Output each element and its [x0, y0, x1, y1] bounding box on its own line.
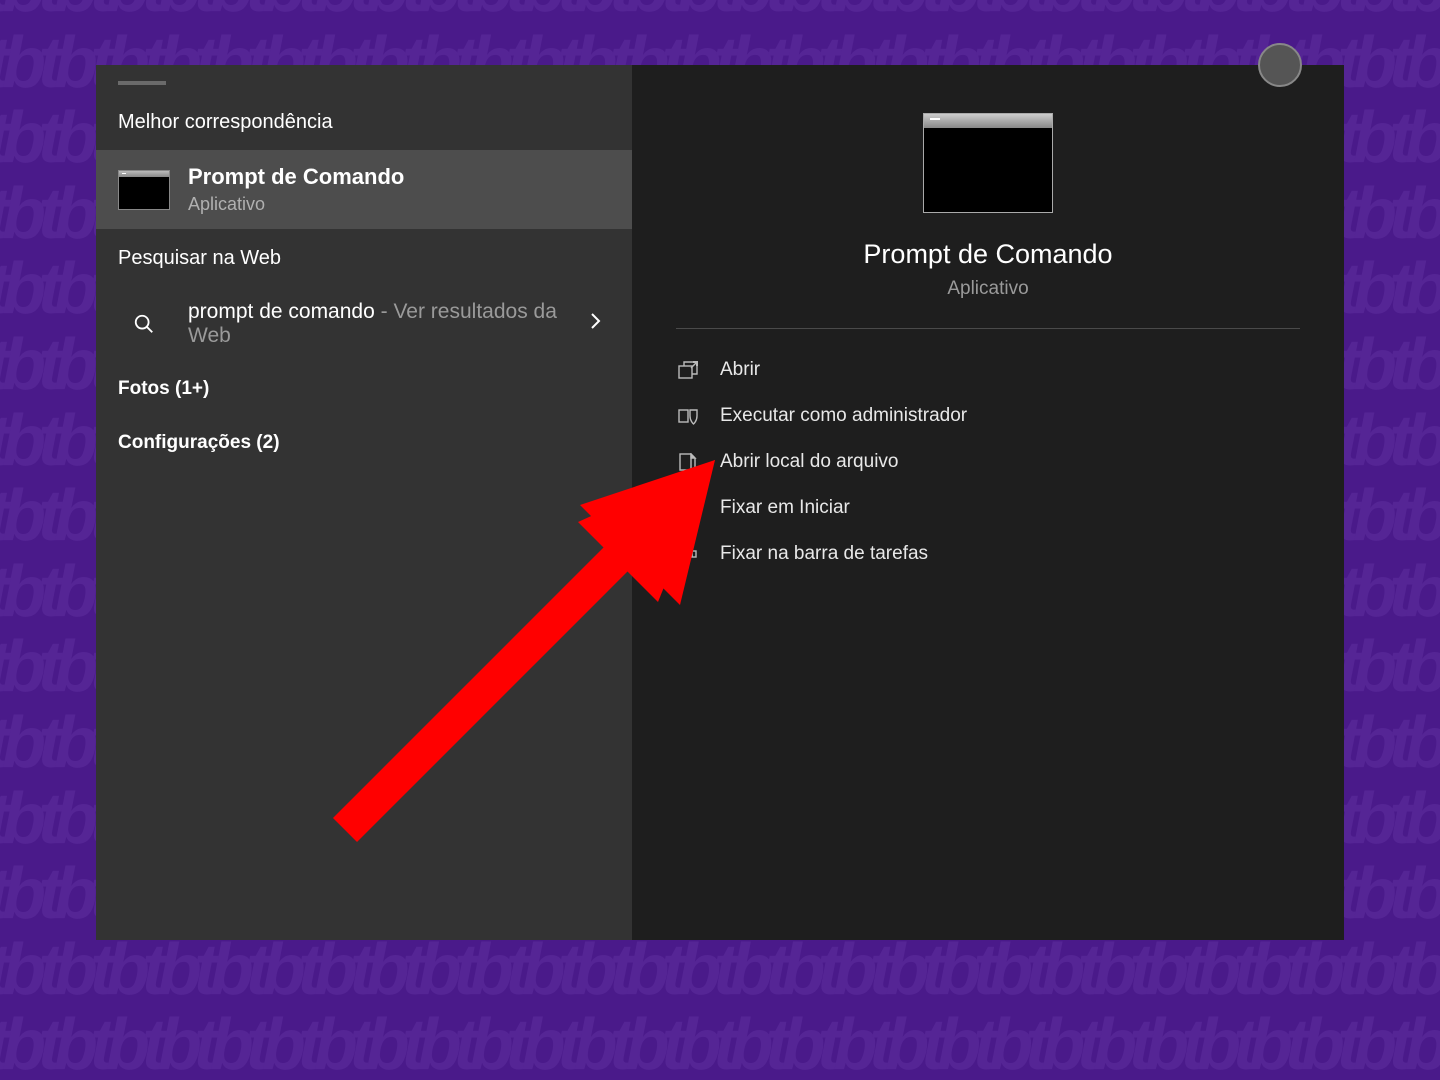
open-location-action[interactable]: Abrir local do arquivo — [676, 439, 1300, 485]
best-match-subtitle: Aplicativo — [188, 194, 404, 215]
run-admin-label: Executar como administrador — [720, 405, 967, 427]
pin-icon — [676, 498, 700, 518]
best-match-result[interactable]: Prompt de Comando Aplicativo — [96, 150, 632, 229]
run-admin-action[interactable]: Executar como administrador — [676, 393, 1300, 439]
pin-taskbar-label: Fixar na barra de tarefas — [720, 543, 928, 565]
pin-start-label: Fixar em Iniciar — [720, 497, 850, 519]
open-location-label: Abrir local do arquivo — [720, 451, 898, 473]
open-icon — [676, 360, 700, 380]
search-results-panel: Melhor correspondência Prompt de Comando… — [96, 65, 632, 940]
chevron-right-icon — [590, 312, 610, 336]
settings-category[interactable]: Configurações (2) — [96, 416, 632, 470]
web-search-query: prompt de comando — [188, 300, 375, 323]
open-action[interactable]: Abrir — [676, 347, 1300, 393]
open-label: Abrir — [720, 359, 760, 381]
web-search-header: Pesquisar na Web — [96, 229, 632, 286]
web-search-result[interactable]: prompt de comando - Ver resultados da We… — [96, 286, 632, 362]
start-search-window: Melhor correspondência Prompt de Comando… — [96, 65, 1344, 940]
pin-taskbar-action[interactable]: Fixar na barra de tarefas — [676, 531, 1300, 577]
pin-start-action[interactable]: Fixar em Iniciar — [676, 485, 1300, 531]
app-preview: Prompt de Comando Aplicativo — [632, 65, 1344, 328]
cmd-icon — [118, 170, 170, 210]
tab-indicator — [96, 65, 632, 93]
app-subtitle: Aplicativo — [947, 278, 1028, 300]
best-match-header: Melhor correspondência — [96, 93, 632, 150]
best-match-title: Prompt de Comando — [188, 164, 404, 190]
app-details-panel: Prompt de Comando Aplicativo Abrir Execu… — [632, 65, 1344, 940]
pin-icon — [676, 544, 700, 564]
shield-icon — [676, 406, 700, 426]
search-icon — [118, 313, 170, 335]
cmd-icon — [923, 113, 1053, 213]
folder-icon — [676, 452, 700, 472]
app-title: Prompt de Comando — [863, 239, 1112, 270]
avatar[interactable] — [1258, 43, 1302, 87]
action-list: Abrir Executar como administrador Abrir … — [632, 329, 1344, 595]
photos-category[interactable]: Fotos (1+) — [96, 362, 632, 416]
